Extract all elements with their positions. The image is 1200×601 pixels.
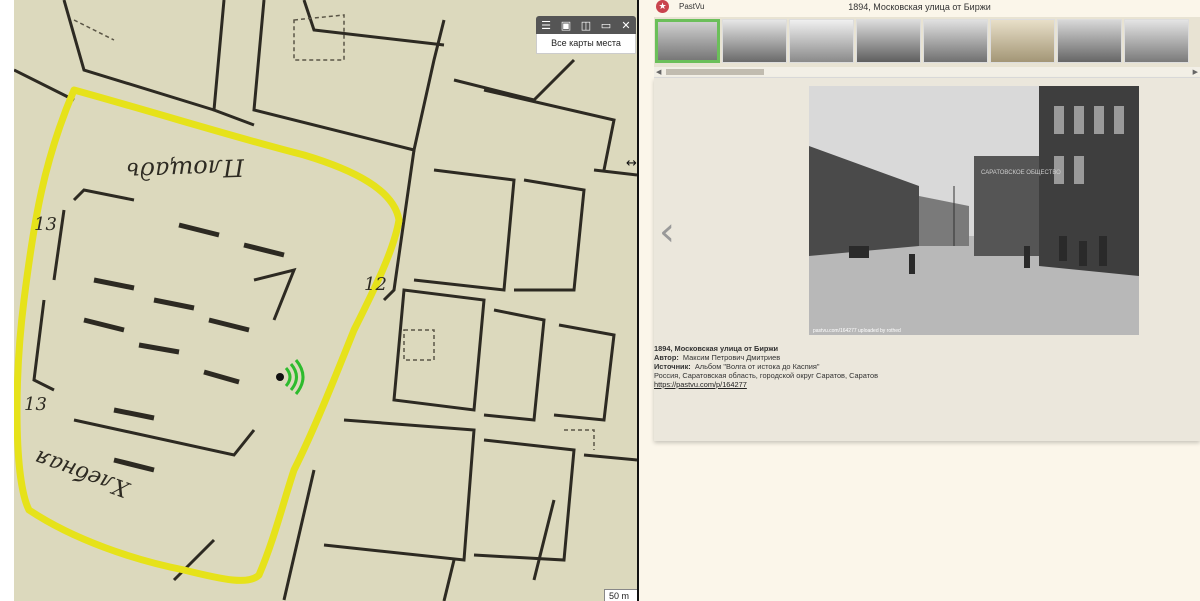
caption-author-row: Автор: Максим Петрович Дмитриев [654,353,1194,362]
svg-text:Площадь: Площадь [126,153,245,185]
photo-caption: 1894, Московская улица от Биржи Автор: М… [654,344,1194,389]
caption-location[interactable]: Россия, Саратовская область, городской о… [654,371,1194,380]
scrollbar-thumb[interactable] [666,69,764,75]
thumbnail-strip [654,17,1200,68]
photo-link[interactable]: https://pastvu.com/p/164277 [654,380,747,389]
thumbnail[interactable] [1057,19,1122,63]
split-view-icon[interactable]: ◫ [578,19,594,32]
photo-sign: САРАТОВСКОЕ ОБЩЕСТВО [981,170,1061,176]
close-icon[interactable]: ✕ [618,19,634,32]
photo-image: САРАТОВСКОЕ ОБЩЕСТВО [809,86,1139,335]
author-label: Автор: [654,353,679,362]
thumbnail[interactable] [1124,19,1189,63]
photo-watermark: pastvu.com/164277 uploaded by rothed [813,328,901,334]
map-drawing: Площадь Хлебная 13 12 13 [14,0,637,601]
pastvu-header: ★ PastVu 1894, Московская улица от Биржи [639,0,1200,16]
left-margin [0,0,14,601]
author-value[interactable]: Максим Петрович Дмитриев [683,353,780,362]
image-icon[interactable]: ▣ [558,19,574,32]
thumbnail[interactable] [923,19,988,63]
previous-photo-icon[interactable]: ‹ [659,212,675,252]
thumbnail[interactable] [990,19,1055,63]
street-photo[interactable]: САРАТОВСКОЕ ОБЩЕСТВО pastvu.com/164277 u… [809,86,1139,335]
pastvu-panel: ★ PastVu 1894, Московская улица от Биржи… [639,0,1200,601]
map-scale: 50 m [604,589,637,601]
all-maps-button[interactable]: Все карты места [536,34,636,54]
caption-title: 1894, Московская улица от Биржи [654,344,779,353]
resize-handle-icon[interactable]: ↔ [626,156,637,171]
window-icon[interactable]: ▭ [598,19,614,32]
photo-title: 1894, Московская улица от Биржи [848,2,991,12]
map-toolbar-icons: ☰ ▣ ◫ ▭ ✕ [536,16,636,34]
thumbnail[interactable] [722,19,787,63]
source-label: Источник: [654,362,691,371]
thumbnail[interactable] [655,19,720,63]
source-value: Альбом "Волга от истока до Каспия" [694,362,820,371]
map-toolbar: ☰ ▣ ◫ ▭ ✕ Все карты места [536,16,636,54]
svg-text:13: 13 [34,214,57,235]
historic-map[interactable]: Площадь Хлебная 13 12 13 ☰ ▣ ◫ ▭ ✕ Все к… [14,0,637,601]
thumbnail-scrollbar[interactable]: ◀ ▶ [654,67,1200,78]
svg-text:12: 12 [364,274,387,295]
thumbnail[interactable] [856,19,921,63]
list-icon[interactable]: ☰ [538,19,554,32]
scroll-left-icon[interactable]: ◀ [656,68,661,76]
svg-text:13: 13 [24,394,47,415]
scroll-right-icon[interactable]: ▶ [1193,68,1198,76]
thumbnail[interactable] [789,19,854,63]
caption-source-row: Источник: Альбом "Волга от истока до Кас… [654,362,1194,371]
